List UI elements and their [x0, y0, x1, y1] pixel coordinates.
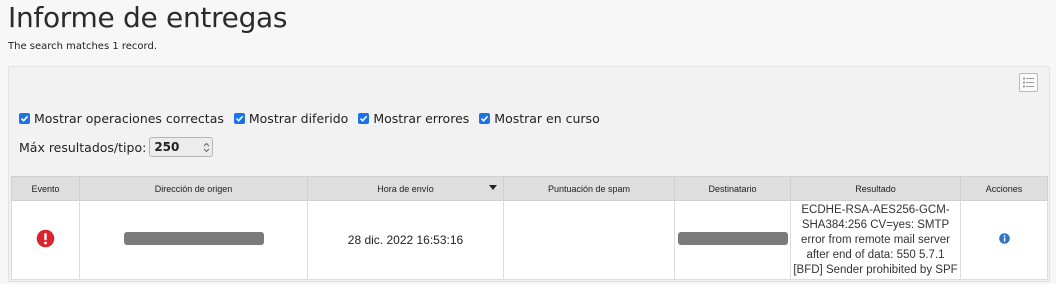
checkbox-show-deferred[interactable]: [233, 113, 245, 124]
filter-show-errors-label: Mostrar errores: [373, 111, 470, 126]
max-results-value: 250: [154, 140, 180, 154]
error-icon: [36, 229, 55, 248]
max-results-label: Máx resultados/tipo:: [19, 139, 147, 155]
sort-desc-icon: [489, 185, 497, 190]
checkmark-icon: [481, 115, 489, 122]
filter-show-errors[interactable]: Mostrar errores: [358, 111, 469, 126]
checkmark-icon: [235, 115, 244, 122]
table-row: 28 dic. 2022 16:53:16 ECDHE-RSA-AES256-G…: [11, 200, 1048, 280]
filter-show-in-progress-label: Mostrar en curso: [494, 111, 600, 126]
checkbox-show-errors[interactable]: [358, 113, 370, 124]
page-title: Informe de entregas: [8, 1, 288, 34]
checkbox-show-in-progress[interactable]: [479, 113, 491, 124]
column-header-result[interactable]: Resultado: [790, 176, 961, 201]
cell-result: ECDHE-RSA-AES256-GCM-SHA384:256 CV=yes: …: [790, 200, 961, 280]
result-text: ECDHE-RSA-AES256-GCM-SHA384:256 CV=yes: …: [793, 203, 958, 276]
column-header-recipient[interactable]: Destinatario: [674, 176, 791, 201]
results-table: Evento Dirección de origen Hora de envío…: [11, 176, 1048, 280]
filter-show-deferred-label: Mostrar diferido: [248, 111, 349, 126]
filter-bar: Mostrar operaciones correctas Mostrar di…: [19, 111, 600, 126]
results-panel: Mostrar operaciones correctas Mostrar di…: [8, 66, 1050, 282]
info-icon[interactable]: [998, 233, 1010, 244]
select-arrows-icon: [203, 142, 210, 153]
table-header-row: Evento Dirección de origen Hora de envío…: [11, 176, 1048, 201]
column-header-actions[interactable]: Acciones: [960, 176, 1048, 201]
filter-show-ok-label: Mostrar operaciones correctas: [34, 111, 224, 126]
cell-spam-score: [503, 200, 675, 280]
filter-show-deferred[interactable]: Mostrar diferido: [233, 111, 349, 126]
column-header-spam-score[interactable]: Puntuación de spam: [503, 176, 675, 201]
list-view-toggle[interactable]: [1019, 73, 1038, 92]
cell-event: [11, 200, 80, 280]
match-count: The search matches 1 record.: [8, 41, 158, 52]
max-results-row: Máx resultados/tipo: 250: [19, 137, 214, 157]
checkmark-icon: [360, 115, 368, 122]
cell-sent-time: 28 dic. 2022 16:53:16: [307, 200, 504, 280]
filter-show-ok[interactable]: Mostrar operaciones correctas: [19, 111, 224, 126]
redacted-sender: [123, 232, 264, 245]
column-header-sent-time[interactable]: Hora de envío: [307, 176, 504, 201]
column-header-event[interactable]: Evento: [11, 176, 80, 201]
filter-show-in-progress[interactable]: Mostrar en curso: [479, 111, 600, 126]
cell-actions: [960, 200, 1048, 280]
checkmark-icon: [20, 115, 29, 122]
redacted-recipient: [677, 232, 788, 245]
checkbox-show-ok[interactable]: [19, 113, 30, 124]
column-header-sender[interactable]: Dirección de origen: [79, 176, 308, 201]
max-results-select[interactable]: 250: [149, 137, 214, 157]
list-view-icon: [1023, 77, 1034, 88]
cell-sender: [79, 200, 308, 280]
cell-recipient: [674, 200, 791, 280]
column-header-sent-time-label: Hora de envío: [377, 183, 434, 194]
